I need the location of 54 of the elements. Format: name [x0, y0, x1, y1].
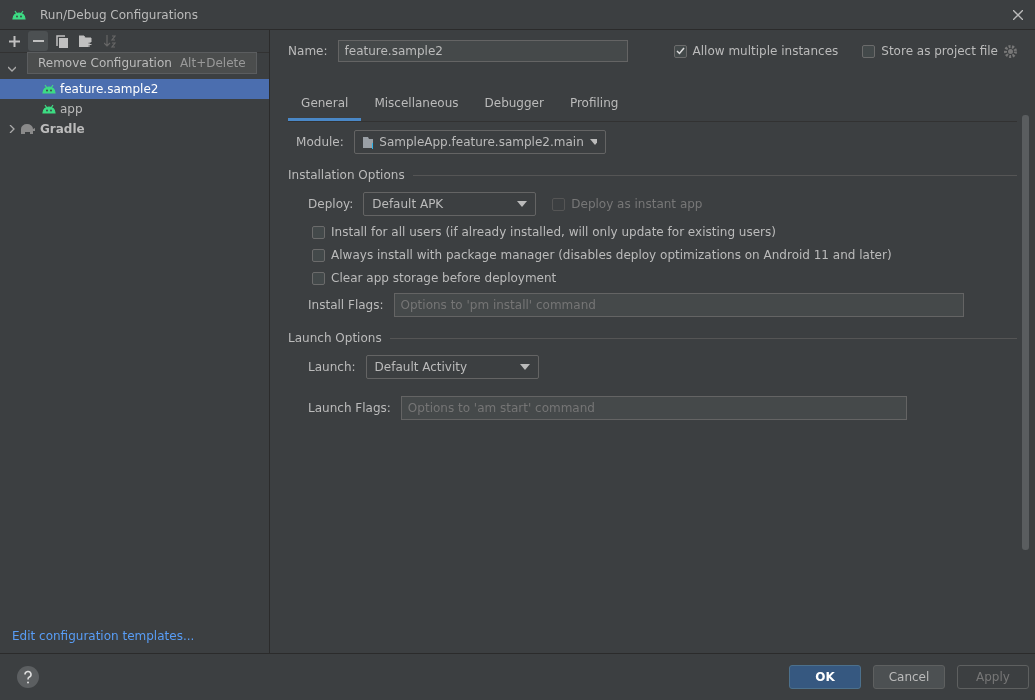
android-icon — [42, 104, 56, 114]
window-title: Run/Debug Configurations — [40, 7, 198, 22]
section-title: Launch Options — [288, 331, 382, 345]
tree-item[interactable]: Gradle — [40, 122, 85, 136]
module-label: Module: — [296, 135, 344, 149]
launch-dropdown[interactable]: Default Activity — [365, 355, 539, 379]
edit-templates-link[interactable]: Edit configuration templates... — [0, 629, 270, 653]
dialog-button[interactable]: Cancel — [873, 665, 945, 689]
checkbox-label: Clear app storage before deployment — [331, 271, 557, 285]
launch-label: Launch: — [308, 360, 356, 374]
folder-icon — [362, 135, 374, 149]
chevron-icon[interactable] — [8, 65, 16, 73]
tab[interactable]: Miscellaneous — [361, 88, 472, 121]
add-icon — [8, 35, 20, 47]
gear-icon[interactable] — [1004, 44, 1017, 58]
tab[interactable]: General — [288, 88, 362, 121]
checkbox-label: Deploy as instant app — [571, 197, 703, 211]
checkbox-label: Always install with package manager (disables deploy optimizations on Android 11 and later) — [331, 248, 892, 262]
scrollbar[interactable] — [1022, 115, 1029, 550]
help-icon[interactable] — [16, 665, 40, 689]
module-dropdown[interactable]: SampleApp.feature.sample2.main — [353, 130, 606, 154]
checkbox[interactable] — [312, 225, 326, 239]
tooltip-text: Remove Configuration — [38, 56, 172, 70]
android-icon — [42, 84, 56, 94]
chevron-icon[interactable] — [8, 125, 16, 133]
checkbox[interactable] — [312, 248, 326, 262]
checkbox[interactable] — [673, 44, 687, 58]
install-flags-label: Install Flags: — [308, 298, 384, 312]
checkbox-label: Allow multiple instances — [692, 44, 839, 58]
tab[interactable]: Debugger — [471, 88, 557, 121]
new-folder-icon — [79, 35, 93, 47]
tree-item[interactable]: app — [60, 102, 83, 116]
name-label: Name: — [288, 44, 328, 58]
tab[interactable]: Profiling — [556, 88, 632, 121]
checkbox-label: Install for all users (if already installed, will only update for existing users) — [331, 225, 776, 239]
ok-button[interactable]: OK — [789, 665, 861, 689]
section-title: Installation Options — [288, 168, 405, 182]
deploy-label: Deploy: — [308, 197, 354, 211]
elephant-icon — [20, 123, 36, 135]
caret-icon — [517, 201, 528, 207]
copy-icon — [56, 34, 68, 48]
caret-icon — [519, 364, 530, 370]
close-icon[interactable] — [1013, 9, 1023, 20]
shortcut-text: Alt+Delete — [179, 56, 246, 70]
launch-flags-label: Launch Flags: — [308, 401, 391, 415]
caret-icon — [589, 139, 597, 145]
name-field[interactable]: feature.sample2 — [337, 40, 628, 62]
checkbox[interactable] — [312, 271, 326, 285]
sort-icon — [104, 34, 116, 48]
checkbox-label: Store as project file — [881, 44, 998, 58]
remove-button[interactable] — [28, 31, 48, 51]
checkbox[interactable] — [862, 44, 876, 58]
android-icon — [12, 9, 26, 20]
deploy-dropdown[interactable]: Default APK — [363, 192, 537, 216]
